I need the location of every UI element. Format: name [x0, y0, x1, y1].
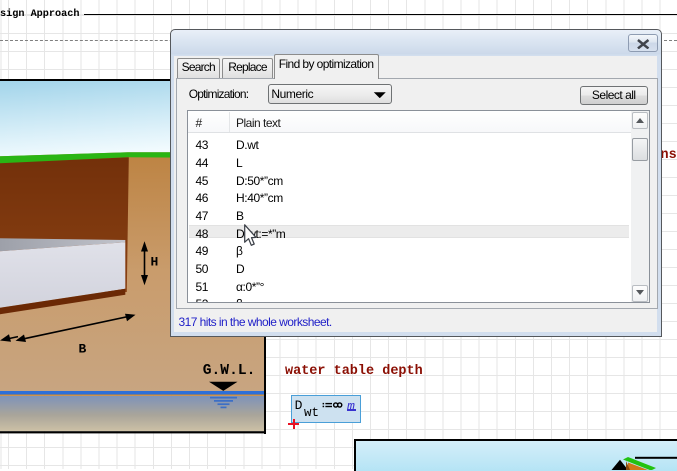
svg-text:B: B [79, 342, 87, 357]
svg-text:H: H [151, 255, 159, 270]
svg-text:G.W.L.: G.W.L. [203, 363, 256, 379]
